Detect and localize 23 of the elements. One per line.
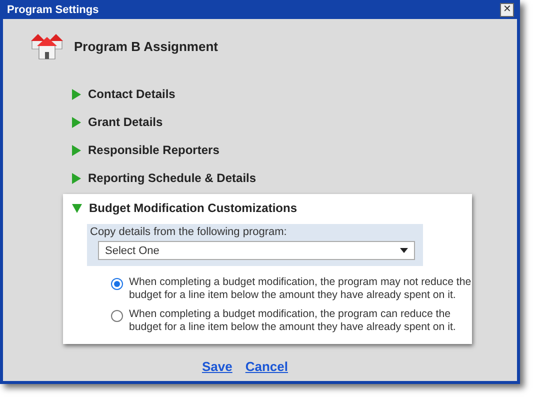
option-label: When completing a budget modification, the program can reduce the budget for a line item below the amount they have already spent on it. xyxy=(129,308,457,334)
collapsed-triangle-icon xyxy=(72,172,81,184)
collapsed-triangle-icon xyxy=(72,144,81,156)
section-header[interactable]: Contact Details xyxy=(63,80,472,108)
section-header[interactable]: Reporting Schedule & Details xyxy=(63,164,472,192)
expanded-triangle-icon xyxy=(72,204,82,212)
section-header[interactable]: Responsible Reporters xyxy=(63,136,472,164)
window-title: Program Settings xyxy=(7,4,99,16)
houses-icon xyxy=(30,31,64,61)
link-button[interactable]: Cancel xyxy=(245,359,288,374)
dropdown-caret-icon xyxy=(400,248,408,253)
radio-button[interactable] xyxy=(111,310,123,322)
link-button[interactable]: Save xyxy=(202,359,232,374)
program-select[interactable]: Select One xyxy=(98,241,415,260)
copy-label: Copy details from the following program: xyxy=(90,226,288,238)
collapsed-triangle-icon xyxy=(72,116,81,128)
header-title: Program B Assignment xyxy=(74,38,218,54)
radio-button[interactable] xyxy=(111,278,123,290)
collapsed-triangle-icon xyxy=(72,88,81,100)
close-button[interactable]: ✕ xyxy=(500,2,514,16)
option-label: When completing a budget modification, the program may not reduce the budget for a line item below the amount they have already spent on it. xyxy=(129,276,472,302)
section-header[interactable]: Budget Modification Customizations xyxy=(63,194,472,222)
section-header[interactable]: Grant Details xyxy=(63,108,472,136)
